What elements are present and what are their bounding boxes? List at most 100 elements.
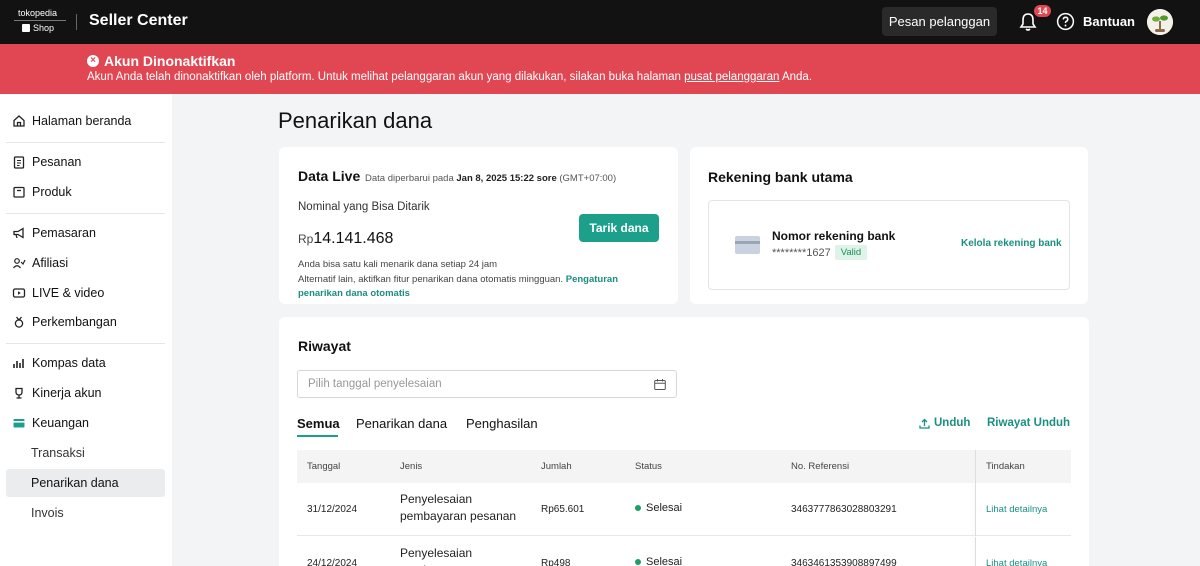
logo-shop-label: Shop: [33, 23, 55, 33]
header-divider: [76, 14, 77, 30]
clipboard-icon: [13, 156, 25, 169]
video-icon: [12, 288, 26, 298]
withdrawable-label: Nominal yang Bisa Ditarik: [298, 201, 430, 213]
primary-bank-card: Rekening bank utama Nomor rekening bank …: [690, 147, 1088, 304]
notification-badge: 14: [1033, 4, 1052, 18]
active-tab-indicator: [297, 435, 338, 437]
avatar[interactable]: [1147, 9, 1173, 35]
live-data-updated: Data diperbarui pada Jan 8, 2025 15:22 s…: [365, 173, 616, 184]
view-details-link[interactable]: Lihat detailnya: [986, 558, 1047, 566]
bank-account-box: Nomor rekening bank ********1627 Valid K…: [708, 200, 1070, 290]
download-button[interactable]: Unduh: [919, 417, 970, 429]
sidebar-item-label: Kinerja akun: [32, 386, 102, 400]
sidebar-item-label: Pemasaran: [32, 226, 96, 240]
bank-account-number: ********1627 Valid: [772, 245, 868, 260]
sidebar-item-label: Kompas data: [32, 356, 106, 370]
sidebar: Halaman beranda Pesanan Produk Pemasaran…: [0, 94, 172, 566]
row-status: Selesai: [635, 556, 682, 566]
auto-withdraw-info: Alternatif lain, aktifkan fitur penarika…: [298, 273, 643, 301]
alert-text-before: Akun Anda telah dinonaktifkan oleh platf…: [87, 71, 685, 83]
status-dot: [635, 559, 641, 565]
alert-message: Akun Anda telah dinonaktifkan oleh platf…: [87, 71, 812, 83]
sidebar-item-home[interactable]: Halaman beranda: [6, 107, 165, 135]
row-date: 24/12/2024: [307, 558, 358, 566]
column-status: Status: [635, 461, 662, 472]
table-row: 31/12/2024 Penyelesaian pembayaran pesan…: [297, 483, 1071, 536]
sidebar-item-live-video[interactable]: LIVE & video: [6, 279, 165, 307]
bank-account-label: Nomor rekening bank: [772, 229, 896, 243]
sidebar-divider: [6, 343, 165, 344]
sidebar-item-affiliate[interactable]: Afiliasi: [6, 249, 165, 277]
table-header: Tanggal Jenis Jumlah Status No. Referens…: [297, 450, 1071, 483]
box-icon: [13, 186, 25, 198]
sidebar-item-data-compass[interactable]: Kompas data: [6, 349, 165, 377]
help-label[interactable]: Bantuan: [1083, 14, 1135, 29]
view-details-link[interactable]: Lihat detailnya: [986, 504, 1047, 515]
sidebar-item-label: Halaman beranda: [32, 114, 132, 128]
sidebar-item-label: Pesanan: [32, 155, 82, 169]
column-date: Tanggal: [307, 461, 341, 472]
updated-prefix: Data diperbarui pada: [365, 173, 457, 184]
tokopedia-shop-logo[interactable]: tokopedia Shop: [14, 6, 66, 36]
updated-timezone: (GMT+07:00): [556, 173, 617, 184]
bag-icon: [22, 24, 30, 32]
sticky-column-divider: [975, 450, 976, 483]
history-title: Riwayat: [298, 338, 351, 354]
row-reference: 3463461353908897499: [791, 558, 897, 566]
sidebar-item-finance[interactable]: Keuangan: [6, 409, 165, 437]
sidebar-divider: [6, 142, 165, 143]
wallet-icon: [13, 419, 25, 428]
sidebar-item-growth[interactable]: Perkembangan: [6, 308, 165, 336]
column-type: Jenis: [400, 461, 423, 472]
logo-text-bottom: Shop: [22, 23, 54, 33]
bank-title: Rekening bank utama: [708, 169, 853, 185]
tab-all[interactable]: Semua: [297, 416, 340, 431]
alert-text-after: Anda.: [779, 71, 813, 83]
date-placeholder: Pilih tanggal penyelesaian: [308, 378, 442, 390]
row-amount: Rp65.601: [541, 504, 585, 515]
amount-value: 14.141.468: [313, 230, 394, 247]
currency-label: Rp: [298, 232, 314, 246]
violation-center-link[interactable]: pusat pelanggaran: [684, 71, 779, 83]
updated-date: Jan 8, 2025 15:22 sore: [456, 173, 557, 184]
withdraw-button[interactable]: Tarik dana: [579, 214, 659, 242]
row-amount: Rp498: [541, 558, 571, 566]
manage-bank-link[interactable]: Kelola rekening bank: [961, 238, 1062, 249]
alert-title: × Akun Dinonaktifkan: [87, 53, 235, 69]
customer-messages-button[interactable]: Pesan pelanggan: [882, 7, 997, 36]
row-type: Penyelesaian pembayaran pesanan: [400, 492, 517, 523]
download-history-link[interactable]: Riwayat Unduh: [987, 417, 1070, 429]
tab-withdrawals[interactable]: Penarikan dana: [356, 416, 447, 431]
chart-icon: [13, 359, 24, 368]
help-icon[interactable]: [1056, 12, 1075, 31]
sidebar-item-account-performance[interactable]: Kinerja akun: [6, 379, 165, 407]
alert-title-text: Akun Dinonaktifkan: [104, 53, 236, 69]
close-circle-icon: ×: [87, 55, 99, 67]
sidebar-subitem-transactions[interactable]: Transaksi: [6, 439, 165, 467]
column-reference: No. Referensi: [791, 461, 850, 472]
withdraw-limit-info: Anda bisa satu kali menarik dana setiap …: [298, 259, 498, 270]
sidebar-subitem-invoices[interactable]: Invois: [6, 499, 165, 527]
sidebar-item-orders[interactable]: Pesanan: [6, 148, 165, 176]
sticky-column-divider: [975, 483, 976, 536]
sidebar-item-label: Keuangan: [32, 416, 90, 430]
column-amount: Jumlah: [541, 461, 572, 472]
tab-income[interactable]: Penghasilan: [466, 416, 538, 431]
settlement-date-picker[interactable]: Pilih tanggal penyelesaian: [297, 370, 677, 398]
sticky-column-divider: [975, 537, 976, 566]
download-label: Unduh: [934, 417, 971, 429]
sidebar-item-products[interactable]: Produk: [6, 178, 165, 206]
row-reference: 3463777863028803291: [791, 504, 897, 515]
sidebar-item-label: Perkembangan: [32, 315, 117, 329]
sidebar-item-label: Produk: [32, 185, 72, 199]
medal-icon: [14, 316, 24, 328]
sidebar-item-marketing[interactable]: Pemasaran: [6, 219, 165, 247]
sidebar-subitem-withdraw[interactable]: Penarikan dana: [6, 469, 165, 497]
megaphone-icon: [13, 227, 24, 239]
masked-account-number: ********1627: [772, 246, 831, 259]
table-row: 24/12/2024 Penyelesaian pembayaran pesan…: [297, 537, 1071, 566]
live-data-card: Data Live Data diperbarui pada Jan 8, 20…: [279, 147, 678, 304]
status-dot: [635, 505, 641, 511]
sidebar-divider: [6, 213, 165, 214]
app-title: Seller Center: [89, 12, 188, 29]
